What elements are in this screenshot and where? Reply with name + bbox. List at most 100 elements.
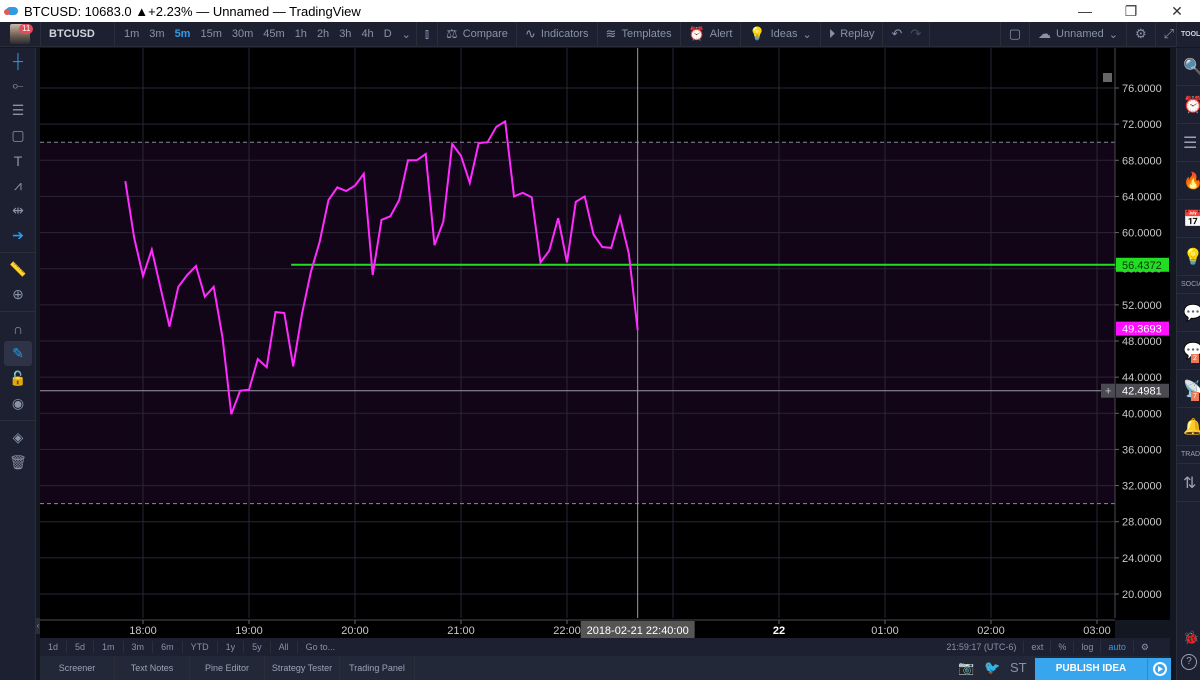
- help-icon[interactable]: ?: [1181, 654, 1197, 670]
- publish-idea-button[interactable]: PUBLISH IDEA: [1035, 658, 1147, 680]
- range-1d[interactable]: 1d: [40, 641, 68, 653]
- redo-button[interactable]: ↷: [910, 22, 929, 47]
- tab-text-notes[interactable]: Text Notes: [115, 656, 190, 680]
- hotlists-button[interactable]: 🔥: [1177, 162, 1200, 200]
- ruler-tool[interactable]: 📏: [0, 257, 36, 282]
- interval-1m[interactable]: 1m: [119, 28, 144, 40]
- clock[interactable]: 21:59:17 (UTC-6): [939, 642, 1023, 652]
- range-5d[interactable]: 5d: [67, 641, 95, 653]
- indicators-button[interactable]: ∿ Indicators: [517, 22, 597, 47]
- user-avatar[interactable]: 11: [0, 22, 40, 47]
- templates-button[interactable]: ≋ Templates: [598, 22, 680, 47]
- alert-button[interactable]: ⏰ Alert: [681, 22, 741, 47]
- date-range-bar: 1d 5d 1m 3m 6m YTD 1y 5y All Go to... 21:59:17 (U…: [40, 638, 1170, 656]
- interval-1h[interactable]: 1h: [290, 28, 312, 40]
- calendar-button[interactable]: 📅: [1177, 200, 1200, 238]
- zoom-in-icon: ⊕: [12, 286, 24, 302]
- range-1y[interactable]: 1y: [218, 641, 245, 653]
- camera-icon[interactable]: 📷: [958, 660, 974, 676]
- scale-option-auto[interactable]: auto: [1100, 641, 1133, 653]
- chats-button[interactable]: 💬: [1177, 294, 1200, 332]
- interval-2h[interactable]: 2h: [312, 28, 334, 40]
- scale-settings-gear-icon[interactable]: ⚙: [1132, 641, 1156, 653]
- range-5y[interactable]: 5y: [244, 641, 271, 653]
- private-chats-button[interactable]: 💬2: [1177, 332, 1200, 370]
- unlock-tool[interactable]: 🔓: [0, 366, 36, 391]
- watchlist-button[interactable]: 🔍: [1177, 48, 1200, 86]
- restore-button[interactable]: ❐: [1108, 0, 1154, 22]
- layout-name-dropdown[interactable]: ☁ Unnamed ⌄: [1030, 22, 1126, 47]
- tab-strategy-tester[interactable]: Strategy Tester: [265, 656, 340, 680]
- top-toolbar: 11 BTCUSD 1m 3m 5m 15m 30m 45m 1h 2h 3h 4h D ⌄ ⫾ ⚖…: [0, 21, 1200, 47]
- tab-screener[interactable]: Screener: [40, 656, 115, 680]
- text-tool[interactable]: T: [0, 148, 36, 173]
- ideas-button[interactable]: 💡 Ideas ⌄: [741, 22, 819, 47]
- trend-line-tool[interactable]: ⟜: [0, 73, 36, 98]
- chart-type-button[interactable]: ⫾: [417, 22, 437, 47]
- streams-badge: 7: [1191, 392, 1199, 401]
- interval-3m[interactable]: 3m: [144, 28, 169, 40]
- symbol-search[interactable]: BTCUSD: [41, 28, 114, 40]
- trash-tool[interactable]: 🗑: [0, 450, 36, 475]
- fib-tool[interactable]: ☰: [0, 98, 36, 123]
- interval-5m[interactable]: 5m: [170, 28, 196, 40]
- interval-dropdown-chevron-icon[interactable]: ⌄: [397, 28, 416, 41]
- close-button[interactable]: ✕: [1154, 0, 1200, 22]
- order-panel-button[interactable]: ⇅: [1177, 464, 1200, 502]
- settings-button[interactable]: ⚙: [1127, 22, 1155, 47]
- y-tick-label: 48.0000: [1122, 336, 1162, 348]
- fullscreen-layout-button[interactable]: ▢: [1001, 22, 1029, 47]
- range-3m[interactable]: 3m: [124, 641, 154, 653]
- interval-4h[interactable]: 4h: [356, 28, 378, 40]
- tab-trading-panel[interactable]: Trading Panel: [340, 656, 415, 680]
- rectangle-tool[interactable]: ▢: [0, 123, 36, 148]
- price-chart[interactable]: 76.000072.000068.000064.000060.000056.00…: [40, 48, 1170, 638]
- scale-option-log[interactable]: log: [1073, 641, 1100, 653]
- alerts-button[interactable]: ⏰: [1177, 86, 1200, 124]
- interval-30m[interactable]: 30m: [227, 28, 258, 40]
- notification-badge: 11: [19, 23, 34, 34]
- crosshair-time-label: 2018-02-21 22:40:00: [587, 625, 689, 637]
- magnet-tool[interactable]: ∩: [0, 316, 36, 341]
- range-goto[interactable]: Go to...: [298, 641, 344, 653]
- interval-45m[interactable]: 45m: [258, 28, 289, 40]
- minimize-button[interactable]: —: [1062, 0, 1108, 22]
- lock-drawing-tool[interactable]: ✎: [4, 341, 32, 366]
- x-tick-label: 20:00: [341, 625, 369, 637]
- layers-tool[interactable]: ◈: [0, 425, 36, 450]
- range-6m[interactable]: 6m: [153, 641, 183, 653]
- eye-tool[interactable]: ◉: [0, 391, 36, 416]
- data-window-button[interactable]: ☰: [1177, 124, 1200, 162]
- range-buttons: 1d 5d 1m 3m 6m YTD 1y 5y All Go to...: [40, 641, 343, 653]
- twitter-icon[interactable]: 🐦: [984, 660, 1000, 676]
- arrow-tool[interactable]: ➔: [0, 223, 36, 248]
- replay-button[interactable]: ⏵ Replay: [821, 22, 883, 47]
- compare-button[interactable]: ⚖ Compare: [438, 22, 516, 47]
- crosshair-icon: ┼: [13, 52, 23, 69]
- range-ytd[interactable]: YTD: [183, 641, 218, 653]
- prediction-tool[interactable]: ⇹: [0, 198, 36, 223]
- scale-option-percent[interactable]: %: [1050, 641, 1073, 653]
- tab-pine-editor[interactable]: Pine Editor: [190, 656, 265, 680]
- chart-area[interactable]: 76.000072.000068.000064.000060.000056.00…: [40, 48, 1170, 638]
- zoom-in-tool[interactable]: ⊕: [0, 282, 36, 307]
- range-all[interactable]: All: [271, 641, 298, 653]
- interval-3h[interactable]: 3h: [334, 28, 356, 40]
- chats-icon: 💬: [1183, 303, 1200, 323]
- scale-option-ext[interactable]: ext: [1023, 641, 1050, 653]
- notifications-button[interactable]: 🔔: [1177, 408, 1200, 446]
- publish-video-button[interactable]: [1147, 658, 1171, 680]
- x-tick-label: 03:00: [1083, 625, 1111, 637]
- y-tick-label: 40.0000: [1122, 408, 1162, 420]
- crosshair-tool[interactable]: ┼: [0, 48, 36, 73]
- streams-button[interactable]: 📡7: [1177, 370, 1200, 408]
- range-1m[interactable]: 1m: [94, 641, 124, 653]
- pattern-tool[interactable]: ⩘: [0, 173, 36, 198]
- bug-report-icon[interactable]: 🐞: [1183, 630, 1199, 646]
- interval-D[interactable]: D: [379, 28, 397, 40]
- text-icon: T: [13, 152, 23, 169]
- interval-15m[interactable]: 15m: [195, 28, 226, 40]
- undo-button[interactable]: ↶: [883, 22, 910, 47]
- stocktwits-button[interactable]: ST: [1010, 660, 1027, 675]
- ideas-stream-button[interactable]: 💡: [1177, 238, 1200, 276]
